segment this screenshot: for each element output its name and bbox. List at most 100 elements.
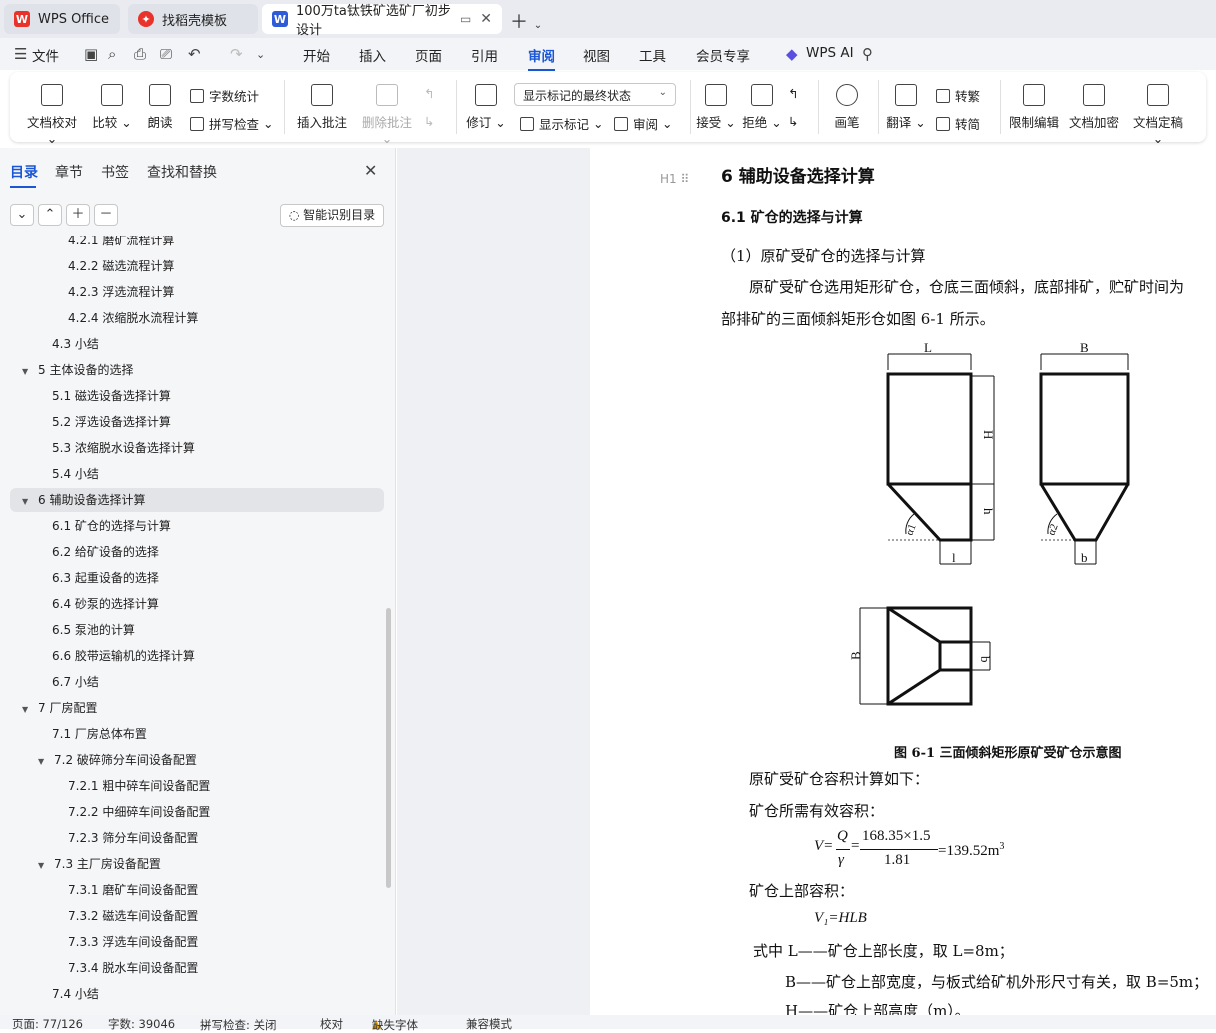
menu-review[interactable]: 审阅 (528, 45, 555, 71)
add-icon[interactable]: ＋ (66, 204, 90, 226)
markup-state-select[interactable]: 显示标记的最终状态 ⌄ (514, 83, 676, 106)
reject-button[interactable]: 拒绝 ⌄ (742, 84, 782, 131)
restrict-edit-button[interactable]: 限制编辑 (1008, 84, 1060, 131)
close-icon[interactable]: ✕ (480, 11, 492, 27)
toc-item[interactable]: 7.2.1 粗中碎车间设备配置 (68, 774, 210, 798)
tab-docer-templates[interactable]: ✦ 找稻壳模板 (128, 4, 258, 34)
toc-item[interactable]: 6.1 矿仓的选择与计算 (52, 514, 171, 538)
menu-wps-ai[interactable]: WPS AI (806, 45, 854, 61)
expand-triangle-icon[interactable]: ▼ (38, 750, 48, 774)
next-comment-icon[interactable]: ↳ (424, 114, 434, 129)
track-changes-button[interactable]: 修订 ⌄ (466, 84, 506, 131)
spell-check-button[interactable]: 拼写检查 ⌄ (190, 114, 273, 133)
toc-item[interactable]: ▼ 5 主体设备的选择 (22, 358, 133, 382)
print-preview-icon[interactable]: ⎚ (160, 45, 172, 63)
show-markup-button[interactable]: 显示标记 ⌄ (520, 114, 603, 133)
toc-item[interactable]: 7.3.3 浮选车间设备配置 (68, 930, 198, 954)
toc-item[interactable]: 6.3 起重设备的选择 (52, 566, 159, 590)
menu-member[interactable]: 会员专享 (696, 45, 750, 65)
toc-item[interactable]: 5.4 小结 (52, 462, 99, 486)
drag-handle-icon[interactable]: ⠿ (681, 172, 690, 186)
toc-item[interactable]: 5.1 磁选设备选择计算 (52, 384, 171, 408)
encrypt-button[interactable]: 文档加密 (1068, 84, 1120, 131)
prev-comment-icon[interactable]: ↰ (424, 86, 434, 101)
finalize-button[interactable]: 文档定稿 ⌄ (1128, 84, 1188, 146)
save-icon[interactable]: ▣ (84, 45, 98, 63)
toc-item[interactable]: ▼ 6 辅助设备选择计算 (10, 488, 384, 512)
heading-marker[interactable]: H1 ⠿ (660, 172, 689, 186)
translate-button[interactable]: 翻译 ⌄ (886, 84, 926, 131)
toc-item[interactable]: 7.4 小结 (52, 982, 99, 1006)
toc-item[interactable]: 4.2.3 浮选流程计算 (68, 280, 174, 304)
toc-item[interactable]: 7.3.4 脱水车间设备配置 (68, 956, 198, 980)
nav-tab-toc[interactable]: 目录 (10, 162, 38, 188)
search-icon[interactable]: ⚲ (862, 45, 873, 63)
toc-item[interactable]: 7.1 厂房总体布置 (52, 722, 147, 746)
undo-icon[interactable]: ↶ (188, 45, 201, 63)
accept-button[interactable]: 接受 ⌄ (696, 84, 736, 131)
doc-check-button[interactable]: 文档校对 ⌄ (24, 84, 80, 146)
nav-tab-bookmarks[interactable]: 书签 (101, 162, 129, 182)
compare-button[interactable]: 比较 ⌄ (92, 84, 132, 131)
nav-tab-find-replace[interactable]: 查找和替换 (147, 162, 217, 182)
menu-view[interactable]: 视图 (583, 45, 610, 65)
chevron-down-icon[interactable]: ⌄ (256, 48, 265, 61)
toc-item[interactable]: 7.3.1 磨矿车间设备配置 (68, 878, 198, 902)
toc-item[interactable]: 4.2.2 磁选流程计算 (68, 254, 174, 278)
menu-reference[interactable]: 引用 (471, 45, 498, 65)
prev-change-icon[interactable]: ↰ (788, 86, 798, 101)
toc-item[interactable]: ▼ 7.3 主厂房设备配置 (38, 852, 161, 876)
print-icon[interactable]: ⎙ (134, 45, 146, 63)
toc-item[interactable]: 5.3 浓缩脱水设备选择计算 (52, 436, 195, 460)
review-pane-button[interactable]: 审阅 ⌄ (614, 114, 672, 133)
redo-icon[interactable]: ↷ (230, 45, 243, 63)
nav-tab-chapters[interactable]: 章节 (55, 162, 83, 182)
toc-item[interactable]: 6.5 泵池的计算 (52, 618, 135, 642)
toc-item[interactable]: 4.2.1 磨矿流程计算 (68, 236, 174, 252)
menu-file[interactable]: 文件 (32, 45, 59, 65)
new-tab-button[interactable]: ＋ ⌄ (510, 8, 542, 34)
word-count-button[interactable]: 字数统计 (190, 86, 259, 105)
open-icon[interactable]: ⌕ (108, 45, 116, 63)
proofread-status[interactable]: 校对 (320, 1016, 343, 1032)
expand-triangle-icon[interactable]: ▼ (22, 490, 32, 514)
menu-home[interactable]: 开始 (303, 45, 330, 65)
toc-item[interactable]: ▼ 7.2 破碎筛分车间设备配置 (38, 748, 197, 772)
expand-icon[interactable]: ⌃ (38, 204, 62, 226)
menu-tools[interactable]: 工具 (639, 45, 666, 65)
expand-triangle-icon[interactable]: ▼ (22, 698, 32, 722)
pen-button[interactable]: 画笔 (830, 84, 864, 131)
toc-item[interactable]: 6.2 给矿设备的选择 (52, 540, 159, 564)
chevron-down-icon[interactable]: ⌄ (534, 20, 542, 31)
tab-document[interactable]: W 100万ta钛铁矿选矿厂初步设计 ▭ ✕ (262, 4, 502, 38)
word-count-status[interactable]: 字数: 39046 (108, 1016, 175, 1032)
toc-item[interactable]: 5.2 浮选设备选择计算 (52, 410, 171, 434)
spell-check-status[interactable]: 拼写检查: 关闭 ⌄ (200, 1016, 277, 1032)
page-indicator[interactable]: 页面: 77/126 (12, 1016, 83, 1032)
toc-item[interactable]: 6.4 砂泵的选择计算 (52, 592, 159, 616)
hamburger-icon[interactable]: ☰ (14, 45, 27, 63)
toc-item[interactable]: ▼ 7 厂房配置 (22, 696, 97, 720)
read-aloud-button[interactable]: 朗读 (144, 84, 176, 131)
collapse-icon[interactable]: ⌄ (10, 204, 34, 226)
toc-item[interactable]: 7.2.2 中细碎车间设备配置 (68, 800, 210, 824)
menu-insert[interactable]: 插入 (359, 45, 386, 65)
scrollbar[interactable] (386, 608, 391, 888)
to-traditional-button[interactable]: 转繁 (936, 86, 980, 105)
close-icon[interactable]: ✕ (364, 161, 377, 180)
next-change-icon[interactable]: ↳ (788, 114, 798, 129)
to-simplified-button[interactable]: 转简 (936, 114, 980, 133)
toc-item[interactable]: 4.3 小结 (52, 332, 99, 356)
expand-triangle-icon[interactable]: ▼ (38, 854, 48, 878)
toc-item[interactable]: 6.6 胶带运输机的选择计算 (52, 644, 195, 668)
toc-item[interactable]: 6.7 小结 (52, 670, 99, 694)
toc-item[interactable]: 7.3.2 磁选车间设备配置 (68, 904, 198, 928)
smart-toc-button[interactable]: ◌ 智能识别目录 (280, 204, 384, 227)
toc-item[interactable]: 7.2.3 筛分车间设备配置 (68, 826, 198, 850)
menu-page[interactable]: 页面 (415, 45, 442, 65)
remove-icon[interactable]: － (94, 204, 118, 226)
delete-comment-button[interactable]: 删除批注 ⌄ (356, 84, 418, 146)
wps-ai-icon[interactable]: ◆ (786, 45, 798, 63)
expand-triangle-icon[interactable]: ▼ (22, 360, 32, 384)
tab-wps-office[interactable]: W WPS Office (4, 4, 120, 34)
